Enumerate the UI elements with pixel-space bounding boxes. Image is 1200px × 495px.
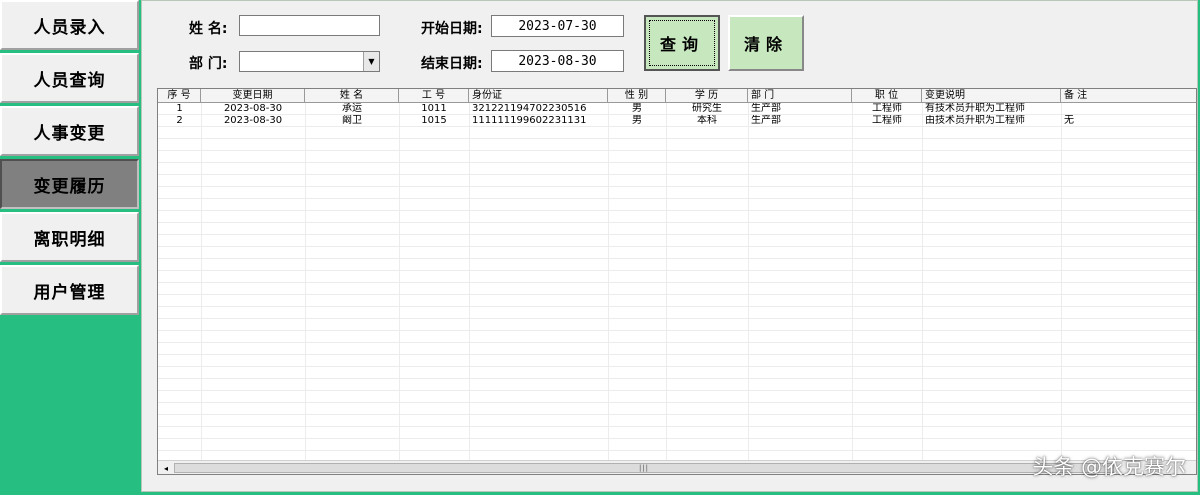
nav-item-personnel-query[interactable]: 人员查询	[0, 53, 139, 103]
cell-remark	[1061, 103, 1196, 115]
header-remark[interactable]: 备 注	[1061, 89, 1196, 103]
clear-button[interactable]: 清除	[728, 15, 804, 71]
header-position[interactable]: 职 位	[852, 89, 922, 103]
header-id-card[interactable]: 身份证	[469, 89, 608, 103]
nav-item-personnel-change[interactable]: 人事变更	[0, 106, 139, 156]
start-date-field[interactable]: 2023-07-30	[491, 15, 624, 37]
nav-item-change-history[interactable]: 变更履历	[0, 159, 139, 209]
cell-department: 生产部	[751, 115, 781, 126]
cell-name: 阚卫	[342, 115, 362, 126]
table-row[interactable]: 1 2023-08-30 承运 1011 321221194702230516 …	[158, 103, 1196, 115]
header-name[interactable]: 姓 名	[305, 89, 399, 103]
sidebar: 人员录入 人员查询 人事变更 变更履历 离职明细 用户管理	[0, 0, 141, 495]
nav-item-resignation-detail[interactable]: 离职明细	[0, 212, 139, 262]
main-panel: 姓 名: 部 门: ▼ 开始日期: 2023-07-30 结束日期: 2023-…	[141, 0, 1198, 492]
query-button[interactable]: 查询	[644, 15, 720, 71]
chevron-down-icon[interactable]: ▼	[363, 52, 379, 71]
cell-name: 承运	[342, 103, 362, 114]
cell-change-note: 由技术员升职为工程师	[925, 115, 1025, 126]
name-input[interactable]	[239, 15, 380, 36]
cell-id-card: 111111199602231131	[472, 115, 587, 126]
scroll-thumb[interactable]: |||	[174, 463, 1114, 473]
end-date-field[interactable]: 2023-08-30	[491, 50, 624, 72]
cell-id-card: 321221194702230516	[472, 103, 587, 114]
cell-index: 1	[176, 103, 183, 114]
cell-index: 2	[176, 115, 183, 126]
cell-position: 工程师	[872, 115, 902, 126]
nav-item-user-management[interactable]: 用户管理	[0, 265, 139, 315]
name-label: 姓 名:	[189, 21, 228, 37]
grip-icon: |||	[638, 464, 650, 472]
cell-gender: 男	[632, 103, 642, 114]
cell-change-date: 2023-08-30	[223, 115, 283, 126]
header-employee-id[interactable]: 工 号	[399, 89, 469, 103]
cell-change-note: 有技术员升职为工程师	[925, 103, 1025, 114]
nav-item-personnel-entry[interactable]: 人员录入	[0, 0, 139, 50]
cell-change-date: 2023-08-30	[223, 103, 283, 114]
header-department[interactable]: 部 门	[748, 89, 852, 103]
cell-employee-id: 1011	[421, 103, 447, 114]
end-date-label: 结束日期:	[421, 56, 483, 72]
dept-label: 部 门:	[189, 56, 228, 72]
cell-position: 工程师	[872, 103, 902, 114]
cell-education: 研究生	[692, 103, 722, 114]
cell-employee-id: 1015	[421, 115, 447, 126]
dept-select[interactable]: ▼	[239, 51, 380, 72]
scroll-left-arrow-icon[interactable]: ◂	[160, 462, 172, 474]
header-change-date[interactable]: 变更日期	[201, 89, 305, 103]
watermark: 头条 @依克赛尔	[1032, 455, 1186, 479]
header-gender[interactable]: 性 别	[608, 89, 666, 103]
header-index[interactable]: 序 号	[158, 89, 201, 103]
cell-department: 生产部	[751, 103, 781, 114]
cell-education: 本科	[697, 115, 717, 126]
start-date-label: 开始日期:	[421, 21, 483, 37]
header-change-note[interactable]: 变更说明	[922, 89, 1061, 103]
dept-select-value	[240, 56, 243, 70]
cell-remark: 无	[1064, 115, 1074, 126]
table-header: 序 号 变更日期 姓 名 工 号 身份证 性 别 学 历 部 门 职 位 变更说…	[158, 89, 1196, 103]
header-education[interactable]: 学 历	[666, 89, 748, 103]
table-row[interactable]: 2 2023-08-30 阚卫 1015 111111199602231131 …	[158, 115, 1196, 127]
cell-gender: 男	[632, 115, 642, 126]
table-body: 1 2023-08-30 承运 1011 321221194702230516 …	[158, 103, 1196, 461]
history-table: 序 号 变更日期 姓 名 工 号 身份证 性 别 学 历 部 门 职 位 变更说…	[157, 88, 1197, 475]
